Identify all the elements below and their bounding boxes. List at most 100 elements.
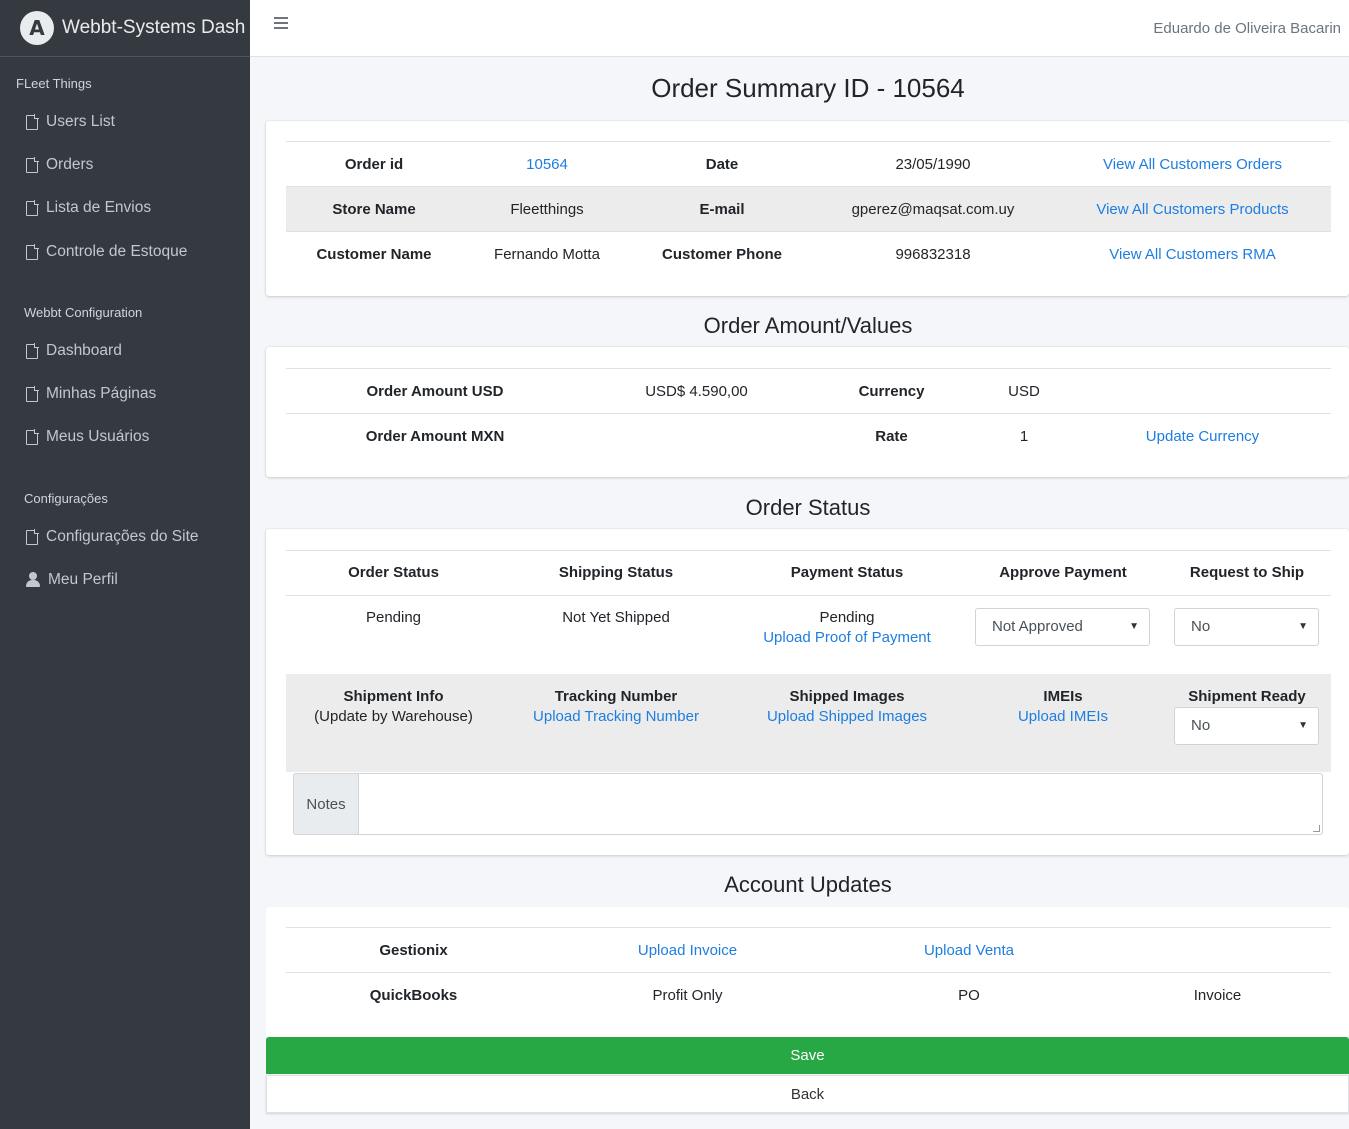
- approve-payment-select[interactable]: Not Approved ▼: [975, 608, 1150, 646]
- profit-only-text: Profit Only: [541, 972, 834, 1018]
- order-status-card: Order Status Shipping Status Payment Sta…: [266, 529, 1349, 855]
- nav-header-webbt-config: Webbt Configuration: [24, 305, 143, 320]
- file-icon: [26, 428, 39, 445]
- order-amount-title: Order Amount/Values: [703, 313, 913, 338]
- chevron-down-icon: ▼: [1298, 720, 1308, 731]
- order-status-value: Pending: [365, 609, 422, 626]
- order-amount-table: Order Amount USD USD$ 4.590,00 Currency …: [286, 368, 1331, 459]
- request-ship-select[interactable]: No ▼: [1174, 608, 1319, 646]
- notes-label: Notes: [293, 773, 358, 835]
- shipped-images-label: Shipped Images: [789, 688, 905, 705]
- payment-status-cell: Pending Upload Proof of Payment: [731, 608, 963, 648]
- upload-imeis-link[interactable]: Upload IMEIs: [963, 707, 1163, 727]
- request-ship-label: Request to Ship: [1189, 564, 1305, 581]
- file-icon: [26, 199, 39, 216]
- order-id-link[interactable]: 10564: [526, 156, 568, 173]
- store-name-label: Store Name: [286, 186, 462, 232]
- view-orders-link[interactable]: View All Customers Orders: [1103, 156, 1282, 173]
- sidebar-item-minhas-paginas[interactable]: Minhas Páginas: [26, 385, 156, 403]
- imeis-label: IMEIs: [1043, 688, 1083, 705]
- email-value: gperez@maqsat.com.uy: [812, 186, 1054, 232]
- brand-logo: A: [20, 11, 54, 45]
- file-icon: [26, 243, 39, 260]
- table-row: QuickBooks Profit Only PO Invoice: [286, 972, 1331, 1018]
- shipping-status-value: Not Yet Shipped: [562, 609, 670, 626]
- sidebar-item-users-list[interactable]: Users List: [26, 113, 115, 131]
- sidebar: A Webbt-Systems Dash FLeet Things Users …: [0, 0, 250, 1129]
- approve-payment-label: Approve Payment: [999, 564, 1127, 581]
- sidebar-item-controle-estoque[interactable]: Controle de Estoque: [26, 243, 187, 261]
- sidebar-item-dashboard[interactable]: Dashboard: [26, 342, 122, 360]
- chevron-down-icon: ▼: [1298, 621, 1308, 632]
- store-name-value: Fleetthings: [462, 186, 632, 232]
- customer-phone-label: Customer Phone: [632, 231, 812, 277]
- update-currency-link[interactable]: Update Currency: [1146, 428, 1259, 445]
- notes-textarea[interactable]: [358, 773, 1323, 835]
- currency-label: Currency: [809, 368, 974, 414]
- customer-name-label: Customer Name: [286, 231, 462, 277]
- account-updates-card: Gestionix Upload Invoice Upload Venta Qu…: [266, 907, 1349, 1037]
- nav-header-fleet: FLeet Things: [16, 76, 92, 91]
- gestionix-label: Gestionix: [286, 927, 541, 973]
- back-button[interactable]: Back: [266, 1075, 1349, 1113]
- order-status-label: Order Status: [348, 564, 439, 581]
- tracking-cell: Tracking Number Upload Tracking Number: [501, 687, 731, 727]
- shipment-info-sub: (Update by Warehouse): [314, 708, 473, 725]
- order-id-label: Order id: [286, 141, 462, 187]
- customer-phone-value: 996832318: [812, 231, 1054, 277]
- table-row: Order id 10564 Date 23/05/1990 View All …: [286, 141, 1331, 187]
- order-amount-usd-value: USD$ 4.590,00: [584, 368, 809, 414]
- payment-status-label: Payment Status: [790, 564, 904, 581]
- tracking-number-label: Tracking Number: [554, 688, 678, 705]
- sidebar-item-config-site[interactable]: Configurações do Site: [26, 528, 199, 546]
- account-updates-title: Account Updates: [724, 872, 892, 897]
- upload-invoice-link[interactable]: Upload Invoice: [638, 942, 737, 959]
- upload-venta-link[interactable]: Upload Venta: [924, 942, 1014, 959]
- nav-header-configuracoes: Configurações: [24, 491, 108, 506]
- table-row: Gestionix Upload Invoice Upload Venta: [286, 927, 1331, 973]
- sidebar-item-meus-usuarios[interactable]: Meus Usuários: [26, 428, 149, 446]
- menu-toggle-icon[interactable]: [274, 17, 288, 31]
- table-row: Order Amount USD USD$ 4.590,00 Currency …: [286, 368, 1331, 414]
- brand-name: Webbt-Systems Dash: [62, 17, 246, 38]
- sidebar-item-meu-perfil[interactable]: Meu Perfil: [26, 571, 118, 589]
- shipment-ready-cell: Shipment Ready: [1163, 687, 1331, 707]
- customer-name-value: Fernando Motta: [462, 231, 632, 277]
- sidebar-item-orders[interactable]: Orders: [26, 156, 93, 174]
- payment-status-value: Pending: [819, 609, 875, 626]
- upload-tracking-link[interactable]: Upload Tracking Number: [501, 707, 731, 727]
- topbar: Eduardo de Oliveira Bacarin: [250, 0, 1349, 57]
- date-label: Date: [632, 141, 812, 187]
- upload-proof-link[interactable]: Upload Proof of Payment: [731, 628, 963, 648]
- table-row: Store Name Fleetthings E-mail gperez@maq…: [286, 186, 1331, 232]
- file-icon: [26, 528, 39, 545]
- order-amount-usd-label: Order Amount USD: [286, 368, 584, 414]
- chevron-down-icon: ▼: [1129, 621, 1139, 632]
- save-button[interactable]: Save: [266, 1037, 1349, 1074]
- brand[interactable]: A Webbt-Systems Dash: [0, 0, 250, 57]
- order-amount-card: Order Amount USD USD$ 4.590,00 Currency …: [266, 347, 1349, 477]
- po-text: PO: [834, 972, 1104, 1018]
- shipment-info-cell: Shipment Info (Update by Warehouse): [286, 687, 501, 727]
- view-products-link[interactable]: View All Customers Products: [1096, 201, 1288, 218]
- view-rma-link[interactable]: View All Customers RMA: [1109, 246, 1275, 263]
- rate-value: 1: [974, 413, 1074, 459]
- upload-shipped-images-link[interactable]: Upload Shipped Images: [731, 707, 963, 727]
- account-updates-table: Gestionix Upload Invoice Upload Venta Qu…: [286, 927, 1331, 1018]
- sidebar-item-lista-envios[interactable]: Lista de Envios: [26, 199, 151, 217]
- notes-group: Notes: [293, 773, 1323, 835]
- user-icon: [26, 572, 40, 588]
- file-icon: [26, 385, 39, 402]
- table-row: Customer Name Fernando Motta Customer Ph…: [286, 231, 1331, 277]
- file-icon: [26, 156, 39, 173]
- user-name[interactable]: Eduardo de Oliveira Bacarin: [1153, 20, 1341, 37]
- page-title: Order Summary ID - 10564: [651, 73, 965, 103]
- shipment-ready-label: Shipment Ready: [1188, 688, 1306, 705]
- file-icon: [26, 113, 39, 130]
- shipment-info-label: Shipment Info: [343, 688, 444, 705]
- quickbooks-label: QuickBooks: [286, 972, 541, 1018]
- rate-label: Rate: [809, 413, 974, 459]
- order-summary-table: Order id 10564 Date 23/05/1990 View All …: [286, 141, 1331, 277]
- shipment-ready-select[interactable]: No ▼: [1174, 707, 1319, 745]
- order-amount-mxn-label: Order Amount MXN: [286, 413, 584, 459]
